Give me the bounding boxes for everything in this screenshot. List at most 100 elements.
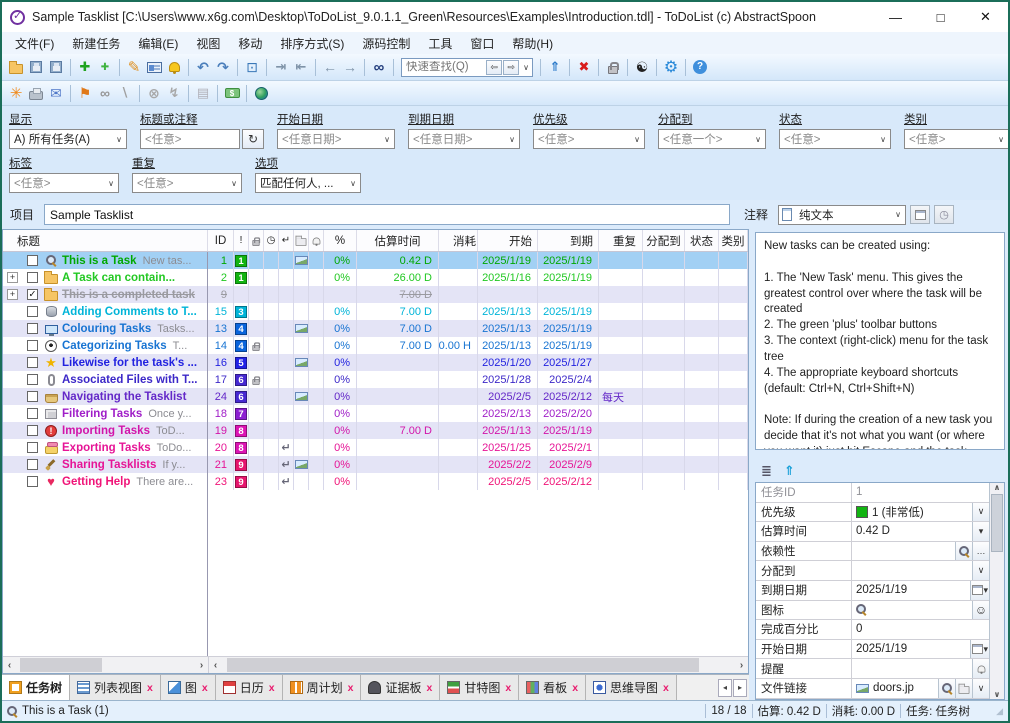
task-checkbox[interactable] (27, 340, 38, 351)
task-checkbox[interactable] (27, 255, 38, 266)
filter-combo[interactable]: 匹配任何人, ...∨ (255, 173, 361, 193)
tab-close-icon[interactable]: x (269, 682, 275, 694)
attribute-value[interactable] (852, 542, 955, 561)
broom-icon[interactable]: ∖ (115, 83, 135, 103)
more-icon[interactable]: … (972, 542, 989, 561)
menu-item-9[interactable]: 帮助(H) (503, 35, 562, 52)
col-start[interactable]: 开始 (478, 230, 538, 251)
chevron-down-icon[interactable]: ∨ (520, 63, 532, 72)
task-checkbox[interactable] (27, 306, 38, 317)
col-recur[interactable]: 重复 (599, 230, 643, 251)
task-row[interactable]: +A Task can contain...210%26.00 D2025/1/… (3, 269, 748, 286)
col-id[interactable]: ID (208, 230, 234, 251)
col-assigned[interactable]: 分配到 (643, 230, 685, 251)
menu-item-7[interactable]: 工具 (419, 35, 461, 52)
task-row[interactable]: Categorizing TasksT...1440%7.00 D0.00 H2… (3, 337, 748, 354)
chevron-down-icon[interactable]: ∨ (972, 561, 989, 580)
email-icon[interactable]: ✉ (46, 83, 66, 103)
edit-icon[interactable]: ✎ (124, 57, 144, 77)
task-title-cell[interactable]: Adding Comments to T... (3, 303, 208, 320)
bell-icon[interactable] (972, 659, 989, 678)
task-row[interactable]: ★Likewise for the task's ...1650%2025/1/… (3, 354, 748, 371)
col-clock-icon[interactable]: ◷ (264, 230, 279, 251)
calendar-picker-button[interactable]: ▾ (970, 581, 989, 600)
next-match-icon[interactable]: ⇨ (503, 60, 519, 75)
task-title-cell[interactable]: !Importing TasksToD... (3, 422, 208, 439)
col-title[interactable]: 标题 (3, 230, 208, 251)
task-title-cell[interactable]: Sharing TasklistsIf y... (3, 456, 208, 473)
filter-combo[interactable]: <任意>∨ (779, 129, 891, 149)
attribute-value[interactable]: doors.jp (852, 679, 938, 698)
padlock-icon[interactable] (603, 57, 623, 77)
title-hscrollbar[interactable]: ‹› (3, 657, 208, 673)
col-priority-icon[interactable]: ! (234, 230, 249, 251)
money-icon[interactable]: $ (222, 83, 242, 103)
print-icon[interactable] (26, 83, 46, 103)
col-est[interactable]: 估算时间 (357, 230, 439, 251)
contact-card-icon[interactable] (144, 57, 164, 77)
tab-证据板[interactable]: 证据板x (361, 675, 440, 700)
new-task-icon[interactable]: ✚ (75, 57, 95, 77)
quick-find-input[interactable] (402, 61, 486, 73)
task-title-cell[interactable]: Colouring TasksTasks... (3, 320, 208, 337)
task-row[interactable]: This is a TaskNew tas...110%0.42 D2025/1… (3, 252, 748, 269)
tab-close-icon[interactable]: x (426, 682, 432, 694)
tab-图[interactable]: 图x (161, 675, 216, 700)
filter-edit[interactable]: <任意> (140, 129, 240, 149)
menu-item-4[interactable]: 移动 (229, 35, 271, 52)
help-icon[interactable]: ? (690, 57, 710, 77)
filter-combo[interactable]: <任意>∨ (132, 173, 242, 193)
attribute-value[interactable]: 1 (852, 483, 989, 502)
task-checkbox[interactable] (27, 391, 38, 402)
task-row[interactable]: Navigating the Tasklist2460%2025/2/52025… (3, 388, 748, 405)
magnifier-icon[interactable] (955, 542, 972, 561)
filter-combo[interactable]: A) 所有任务(A)∨ (9, 129, 127, 149)
comments-format-combo[interactable]: 纯文本 ∨ (778, 205, 906, 225)
tab-日历[interactable]: 日历x (216, 675, 283, 700)
outline-icon[interactable]: ≣ (761, 463, 772, 479)
menu-item-8[interactable]: 窗口 (461, 35, 503, 52)
filter-combo[interactable]: <任意>∨ (9, 173, 119, 193)
alarm-bell-icon[interactable] (164, 57, 184, 77)
task-row[interactable]: Adding Comments to T...1530%7.00 D2025/1… (3, 303, 748, 320)
task-row[interactable]: Sharing TasklistsIf y...219↵0%2025/2/220… (3, 456, 748, 473)
smiley-icon[interactable]: ☺ (972, 601, 989, 620)
save-icon[interactable] (26, 57, 46, 77)
filter-combo[interactable]: <任意>∨ (533, 129, 645, 149)
quick-find-combo[interactable]: ⇦⇨∨ (401, 58, 533, 77)
delete-icon[interactable]: ✖ (574, 57, 594, 77)
task-checkbox[interactable] (27, 425, 38, 436)
gear-icon[interactable]: ⚙ (661, 57, 681, 77)
sort-ascending-icon[interactable]: ⇑ (784, 463, 795, 479)
folder-icon[interactable] (955, 679, 972, 698)
task-row[interactable]: +✓This is a completed task97.00 D (3, 286, 748, 303)
attribute-value[interactable]: 2025/1/19 (852, 581, 970, 600)
col-status[interactable]: 状态 (685, 230, 719, 251)
columns-hscrollbar[interactable]: ‹› (208, 657, 748, 673)
binoculars-icon[interactable]: ∞ (369, 57, 389, 77)
refresh-icon[interactable]: ↻ (242, 129, 264, 149)
col-folder-icon[interactable] (294, 230, 309, 251)
task-checkbox[interactable] (27, 357, 38, 368)
filter-combo[interactable]: <任意一个>∨ (658, 129, 766, 149)
task-checkbox[interactable] (27, 374, 38, 385)
task-title-cell[interactable]: Filtering TasksOnce y... (3, 405, 208, 422)
tab-scroll-left-icon[interactable]: ◂ (718, 679, 732, 697)
chain-link-icon[interactable]: ∞ (95, 83, 115, 103)
attribute-value[interactable]: 1 (非常低) (852, 503, 972, 522)
task-checkbox[interactable] (27, 442, 38, 453)
project-title-input[interactable] (44, 204, 730, 225)
attribute-value[interactable] (852, 561, 972, 580)
comments-text[interactable]: New tasks can be created using: 1. The '… (755, 232, 1005, 450)
expand-view-icon[interactable]: ⊡ (242, 57, 262, 77)
col-due[interactable]: 到期 (538, 230, 599, 251)
task-title-cell[interactable]: Categorizing TasksT... (3, 337, 208, 354)
task-checkbox[interactable] (27, 459, 38, 470)
magnifier-icon[interactable] (938, 679, 955, 698)
task-title-cell[interactable]: Exporting TasksToDo... (3, 439, 208, 456)
tab-任务树[interactable]: 任务树 (2, 675, 70, 700)
attribute-value[interactable] (852, 601, 972, 620)
attribute-value[interactable]: 2025/1/19 (852, 640, 970, 659)
col-bell-icon[interactable] (309, 230, 324, 251)
menu-item-6[interactable]: 源码控制 (353, 35, 419, 52)
